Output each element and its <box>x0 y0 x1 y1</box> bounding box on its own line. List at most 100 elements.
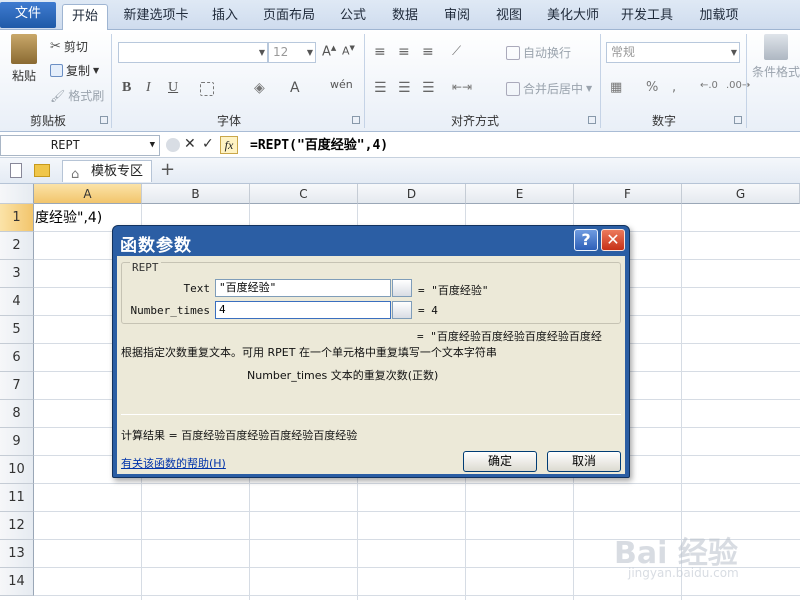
ribbon-tab-bar: 文件 开始 新建选项卡 插入 页面布局 公式 数据 审阅 视图 美化大师 开发工… <box>0 0 800 31</box>
chevron-down-icon: ▼ <box>730 48 737 57</box>
bold-button[interactable]: B <box>122 80 131 96</box>
column-header[interactable]: B <box>142 184 250 204</box>
indent-button[interactable]: ⇤⇥ <box>452 80 472 94</box>
row-header[interactable]: 2 <box>0 232 34 260</box>
tab-review[interactable]: 审阅 <box>436 4 478 30</box>
row-header[interactable]: 7 <box>0 372 34 400</box>
doc-tab-template[interactable]: ⌂ 模板专区 <box>62 160 152 182</box>
tab-formulas[interactable]: 公式 <box>332 4 374 30</box>
add-tab-button[interactable]: + <box>160 159 175 180</box>
ok-button[interactable]: 确定 <box>463 451 537 472</box>
row-header[interactable]: 4 <box>0 288 34 316</box>
formula-input[interactable]: =REPT("百度经验",4) <box>250 136 388 156</box>
row-header[interactable]: 9 <box>0 428 34 456</box>
conditional-format-button[interactable]: 条件格式 <box>752 34 800 80</box>
help-icon[interactable]: ? <box>574 229 598 251</box>
align-left-button[interactable]: ☰ <box>374 80 387 96</box>
column-header[interactable]: E <box>466 184 574 204</box>
clipboard-icon <box>11 34 37 64</box>
row-header[interactable]: 8 <box>0 400 34 428</box>
alignment-launcher[interactable] <box>588 116 596 124</box>
row-header[interactable]: 13 <box>0 540 34 568</box>
align-center-button[interactable]: ☰ <box>398 80 411 96</box>
border-button[interactable] <box>200 82 214 96</box>
chevron-down-icon: ▼ <box>258 48 265 57</box>
function-help-link[interactable]: 有关该函数的帮助(H) <box>121 455 226 471</box>
insert-function-icon[interactable]: fx <box>220 136 238 154</box>
merge-center-button[interactable]: 合并后居中 ▼ <box>506 80 592 97</box>
underline-button[interactable]: U <box>168 80 178 96</box>
column-header[interactable]: G <box>682 184 800 204</box>
wrap-text-button[interactable]: 自动换行 <box>506 44 571 61</box>
cut-button[interactable]: ✂ 剪切 <box>50 38 88 55</box>
tab-file[interactable]: 文件 <box>0 2 56 28</box>
brush-icon: 🖌 <box>50 88 66 103</box>
tab-developer[interactable]: 开发工具 <box>614 4 680 30</box>
name-box[interactable]: REPT ▼ <box>0 135 160 156</box>
number-format-combo[interactable]: 常规 ▼ <box>606 42 740 63</box>
copy-button[interactable]: 复制 ▼ <box>50 62 99 79</box>
percent-button[interactable]: % <box>646 80 658 95</box>
currency-button[interactable]: ▦ <box>610 80 622 95</box>
cancel-button[interactable]: 取消 <box>547 451 621 472</box>
font-launcher[interactable] <box>352 116 360 124</box>
tab-home[interactable]: 开始 <box>62 4 108 31</box>
collapse-dialog-icon[interactable] <box>392 279 412 297</box>
doc-tab-label: 模板专区 <box>91 164 144 179</box>
enter-check-icon[interactable]: ✓ <box>202 136 214 152</box>
format-painter-button[interactable]: 🖌 格式刷 <box>50 87 104 104</box>
row-header[interactable]: 11 <box>0 484 34 512</box>
wrap-text-icon <box>506 45 520 60</box>
increase-decimal-button[interactable]: ←.0 <box>700 80 718 91</box>
column-header[interactable]: A <box>34 184 142 204</box>
row-header[interactable]: 5 <box>0 316 34 344</box>
close-icon[interactable]: ✕ <box>601 229 625 251</box>
tab-new[interactable]: 新建选项卡 <box>116 4 196 30</box>
align-top-button[interactable]: ≡ <box>374 44 386 60</box>
column-header[interactable]: F <box>574 184 682 204</box>
row-header[interactable]: 6 <box>0 344 34 372</box>
arg-input-number-times[interactable]: 4 <box>215 301 391 319</box>
cancel-icon[interactable]: ✕ <box>184 136 196 152</box>
scroll-dot-icon <box>166 138 180 152</box>
row-header[interactable]: 12 <box>0 512 34 540</box>
new-file-icon[interactable] <box>10 163 22 178</box>
paste-button[interactable]: 粘贴 <box>8 34 40 84</box>
tab-view[interactable]: 视图 <box>488 4 530 30</box>
tab-beautify[interactable]: 美化大师 <box>540 4 606 30</box>
arg-input-text[interactable]: "百度经验" <box>215 279 391 297</box>
font-color-button[interactable]: A <box>290 80 300 96</box>
font-name-combo[interactable]: ▼ <box>118 42 268 63</box>
row-header[interactable]: 3 <box>0 260 34 288</box>
font-size-combo[interactable]: 12 ▼ <box>268 42 316 63</box>
number-group-label: 数字 <box>651 114 676 128</box>
number-launcher[interactable] <box>734 116 742 124</box>
align-middle-button[interactable]: ≡ <box>398 44 410 60</box>
tab-page-layout[interactable]: 页面布局 <box>256 4 322 30</box>
italic-button[interactable]: I <box>146 80 151 96</box>
row-header[interactable]: 14 <box>0 568 34 596</box>
column-header[interactable]: C <box>250 184 358 204</box>
folder-icon[interactable] <box>34 164 50 177</box>
align-right-button[interactable]: ☰ <box>422 80 435 96</box>
orientation-button[interactable]: ⟋ <box>452 44 461 59</box>
column-header[interactable]: D <box>358 184 466 204</box>
tab-data[interactable]: 数据 <box>384 4 426 30</box>
cell-a1[interactable]: 度经验",4) <box>34 204 102 232</box>
align-bottom-button[interactable]: ≡ <box>422 44 434 60</box>
fill-color-button[interactable]: ◈ <box>254 80 265 96</box>
comma-button[interactable]: , <box>672 80 676 95</box>
clipboard-launcher[interactable] <box>100 116 108 124</box>
shrink-font-button[interactable]: A▼ <box>342 44 355 58</box>
collapse-dialog-icon[interactable] <box>392 301 412 319</box>
grow-font-button[interactable]: A▲ <box>322 44 336 59</box>
row-header[interactable]: 1 <box>0 204 34 232</box>
row-header[interactable]: 10 <box>0 456 34 484</box>
comma-icon: , <box>672 80 677 95</box>
tab-addins[interactable]: 加载项 <box>692 4 746 30</box>
cut-label: 剪切 <box>63 40 88 54</box>
select-all-corner[interactable] <box>0 184 34 204</box>
align-middle-icon: ≡ <box>398 44 410 60</box>
tab-insert[interactable]: 插入 <box>204 4 246 30</box>
phonetic-button[interactable]: wén <box>330 78 353 91</box>
